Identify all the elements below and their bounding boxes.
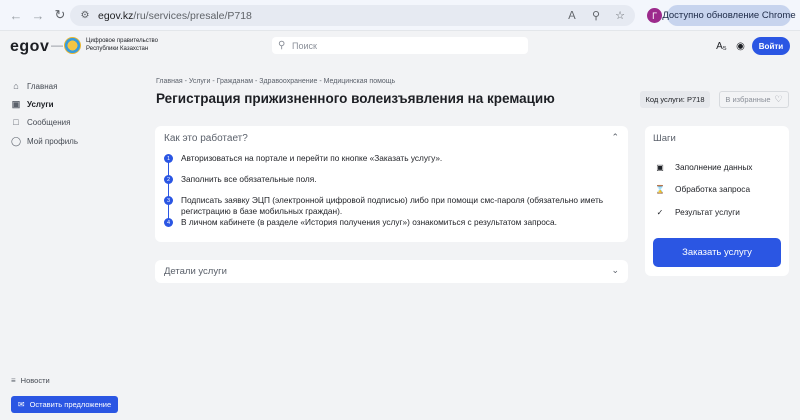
step-text: Авторизоваться на портале и перейти по к… (181, 153, 443, 163)
chevron-down-icon[interactable]: ⌄ (611, 265, 619, 276)
service-details-accordion[interactable]: Детали услуги ⌄ (155, 260, 628, 283)
visibility-off-icon[interactable]: ◉ (734, 40, 747, 53)
url-text: egov.kz/ru/services/presale/P718 (98, 9, 252, 22)
chevron-up-icon[interactable]: ⌃ (611, 132, 619, 143)
home-icon: ⌂ (13, 81, 19, 91)
emblem-icon (64, 37, 81, 54)
gov-name: Цифровое правительство Республики Казахс… (86, 38, 158, 52)
translate-icon[interactable]: Ａ (565, 8, 579, 22)
how-it-works-card: Как это работает? ⌃ 1 Авторизоваться на … (155, 126, 628, 242)
list-item: 4 В личном кабинете (в разделе «История … (164, 217, 621, 228)
sidebar-item-messages[interactable]: □ Сообщения (11, 117, 70, 127)
step-number: 2 (164, 175, 173, 184)
page-title: Регистрация прижизненного волеизъявления… (156, 91, 555, 106)
search-input[interactable] (292, 40, 512, 51)
messages-icon: □ (13, 117, 19, 127)
order-service-button[interactable]: Заказать услугу (653, 238, 781, 267)
step-text: В личном кабинете (в разделе «История по… (181, 217, 557, 227)
stage-item: ⌛ Обработка запроса (655, 184, 751, 194)
step-number: 1 (164, 154, 173, 163)
address-bar[interactable]: ⚙ egov.kz/ru/services/presale/P718 Ａ ⚲ ☆ (70, 5, 635, 26)
step-number: 3 (164, 196, 173, 205)
browser-toolbar: ← → ↻ ⚙ egov.kz/ru/services/presale/P718… (0, 0, 800, 31)
steps-title: Шаги (653, 133, 676, 144)
services-icon: ▣ (11, 98, 21, 109)
stage-item: ✓ Результат услуги (656, 207, 740, 217)
bookmark-star-icon[interactable]: ☆ (613, 8, 627, 22)
back-icon[interactable]: ← (8, 7, 24, 23)
list-item: 3 Подписать заявку ЭЦП (электронной цифр… (164, 195, 621, 216)
accessibility-icon[interactable]: A₅ (715, 40, 728, 53)
sidebar-item-services[interactable]: ▣ Услуги (11, 99, 54, 109)
profile-icon: ◯ (10, 135, 22, 146)
news-icon: ≡ (11, 376, 16, 385)
login-button[interactable]: Войти (752, 37, 790, 55)
list-item: 1 Авторизоваться на портале и перейти по… (164, 153, 621, 164)
list-item: 2 Заполнить все обязательные поля. (164, 174, 621, 185)
site-header: egov — Цифровое правительство Республики… (0, 31, 800, 61)
news-link[interactable]: ≡ Новости (11, 376, 50, 385)
logo-separator: — (51, 38, 63, 52)
breadcrumb[interactable]: Главная - Услуги - Гражданам - Здравоохр… (156, 78, 395, 85)
sidebar-item-label: Мой профиль (27, 136, 79, 146)
hourglass-icon: ⌛ (655, 184, 665, 194)
search-box[interactable]: ⚲ (272, 37, 528, 54)
form-icon: ▣ (656, 162, 664, 172)
egov-logo[interactable]: egov (10, 38, 49, 56)
steps-panel: Шаги ▣ Заполнение данных ⌛ Обработка зап… (645, 126, 789, 276)
favorite-button[interactable]: В избранные ♡ (719, 91, 789, 108)
sidebar-item-profile[interactable]: ◯ Мой профиль (11, 136, 78, 146)
chrome-update-button[interactable]: Доступно обновление Chrome (662, 5, 796, 26)
forward-icon[interactable]: → (30, 7, 46, 23)
zoom-icon[interactable]: ⚲ (589, 8, 603, 22)
search-icon: ⚲ (278, 40, 286, 51)
check-icon: ✓ (656, 207, 664, 217)
stage-item: ▣ Заполнение данных (656, 162, 753, 172)
sidebar: ⌂ Главная ▣ Услуги □ Сообщения ◯ Мой про… (0, 61, 145, 420)
profile-avatar[interactable]: Г (647, 8, 662, 23)
service-code-badge: Код услуги: P718 (640, 91, 710, 108)
sidebar-item-label: Сообщения (27, 117, 71, 127)
sidebar-item-home[interactable]: ⌂ Главная (11, 81, 57, 91)
step-text: Подписать заявку ЭЦП (электронной цифров… (181, 195, 604, 216)
site-settings-icon[interactable]: ⚙ (78, 9, 92, 23)
heart-icon: ♡ (774, 94, 783, 104)
step-text: Заполнить все обязательные поля. (181, 174, 317, 184)
suggest-button[interactable]: ✉ Оставить предложение (11, 396, 118, 413)
service-details-title: Детали услуги (164, 266, 227, 277)
how-it-works-title[interactable]: Как это работает? (164, 133, 248, 144)
chat-icon: ✉ (17, 400, 25, 409)
reload-icon[interactable]: ↻ (52, 7, 68, 23)
step-number: 4 (164, 218, 173, 227)
sidebar-item-label: Главная (27, 81, 58, 91)
sidebar-item-label: Услуги (27, 99, 54, 109)
